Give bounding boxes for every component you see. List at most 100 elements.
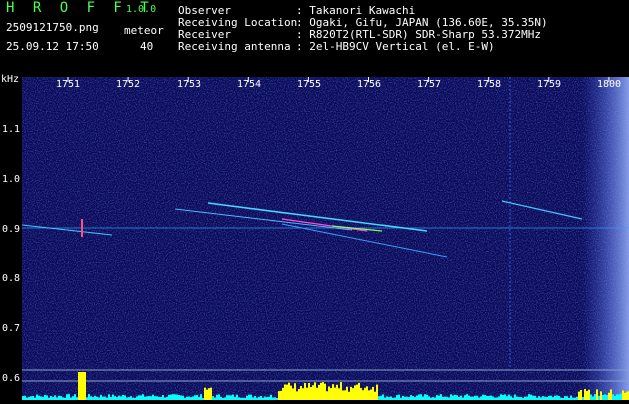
level-bar: [584, 389, 586, 400]
level-bar: [204, 387, 206, 400]
level-bar: [314, 382, 316, 400]
level-bar: [292, 388, 294, 400]
level-bar: [528, 394, 530, 400]
level-bar: [150, 396, 152, 400]
level-bar: [280, 390, 282, 400]
level-bar: [32, 395, 34, 400]
level-bar: [232, 394, 234, 400]
level-bar: [170, 394, 172, 400]
noise-overlay: [22, 77, 629, 400]
level-bar: [300, 385, 302, 400]
meteor-count: 40: [140, 40, 154, 53]
level-bar: [298, 388, 300, 400]
level-bar: [168, 394, 170, 400]
level-bar: [602, 395, 604, 400]
level-bar: [350, 386, 352, 400]
y-tick-label: 0.7: [2, 323, 21, 334]
level-bar: [556, 395, 558, 400]
level-bar: [216, 394, 218, 400]
level-bar: [558, 396, 560, 400]
level-bar: [228, 395, 230, 400]
level-bar: [352, 388, 354, 400]
level-bar: [340, 382, 342, 400]
level-bar: [374, 391, 376, 400]
level-bar: [378, 396, 380, 400]
app-version: 1.0.0: [126, 4, 157, 15]
level-bar: [90, 396, 92, 400]
level-bar: [564, 396, 566, 400]
level-bar: [336, 384, 338, 400]
level-bar: [538, 396, 540, 400]
level-bar: [74, 394, 76, 400]
level-bar: [420, 394, 422, 400]
level-bar: [532, 395, 534, 400]
level-bar: [68, 394, 70, 400]
level-bar: [328, 386, 330, 400]
level-bar: [614, 395, 616, 400]
level-bar: [330, 388, 332, 400]
y-tick-label: 0.8: [2, 273, 21, 284]
level-bar: [148, 396, 150, 400]
level-bar: [46, 395, 48, 400]
level-bar: [466, 394, 468, 400]
level-bar: [290, 385, 292, 400]
level-bar: [354, 385, 356, 400]
level-bar: [22, 396, 24, 400]
level-bar: [362, 390, 364, 400]
level-bar: [486, 395, 488, 400]
level-bar: [624, 392, 626, 400]
level-bar: [370, 389, 372, 400]
x-tick-label: 1755: [296, 79, 322, 90]
level-bar: [618, 394, 620, 400]
level-bar: [554, 395, 556, 400]
level-bar: [402, 395, 404, 400]
level-bar: [410, 395, 412, 400]
level-bar: [136, 396, 138, 400]
level-bar: [514, 394, 516, 400]
level-bar: [124, 395, 126, 400]
y-tick-label: 0.6: [2, 373, 21, 384]
level-bar: [480, 396, 482, 400]
meteor-label: meteor: [124, 24, 164, 37]
level-bar: [422, 396, 424, 400]
level-bar: [436, 395, 438, 400]
level-bar: [586, 390, 588, 400]
level-bar: [590, 394, 592, 400]
level-bar: [548, 395, 550, 400]
level-bar: [608, 392, 610, 400]
level-bar: [464, 395, 466, 400]
level-bar: [542, 396, 544, 400]
level-bar: [506, 396, 508, 400]
level-bar: [80, 372, 82, 400]
level-bar: [444, 396, 446, 400]
level-bar: [490, 395, 492, 400]
level-bar: [146, 396, 148, 400]
level-bar: [208, 388, 210, 400]
level-bar: [50, 396, 52, 400]
level-bar: [212, 396, 214, 400]
level-bar: [312, 385, 314, 400]
level-bar: [322, 382, 324, 400]
level-bar: [342, 390, 344, 400]
level-bar: [534, 395, 536, 400]
level-bar: [154, 396, 156, 400]
level-bar: [390, 396, 392, 400]
level-bar: [226, 395, 228, 400]
level-bar: [468, 395, 470, 400]
level-bar: [438, 395, 440, 400]
y-tick-label: 1.0: [2, 174, 21, 185]
level-bar: [296, 391, 298, 400]
level-bar: [332, 384, 334, 400]
date-time: 25.09.12 17:50: [6, 40, 99, 53]
x-tick-label: 1756: [356, 79, 382, 90]
level-bar: [58, 395, 60, 400]
level-bar: [172, 394, 174, 400]
level-bar: [356, 384, 358, 400]
level-bar: [596, 389, 598, 400]
level-bar: [470, 396, 472, 400]
level-bar: [40, 396, 42, 400]
level-bar: [44, 394, 46, 400]
level-bar: [174, 394, 176, 400]
level-bar: [304, 382, 306, 400]
header-panel: H R O F F T 1.0.0 2509121750.png 25.09.1…: [0, 0, 629, 70]
